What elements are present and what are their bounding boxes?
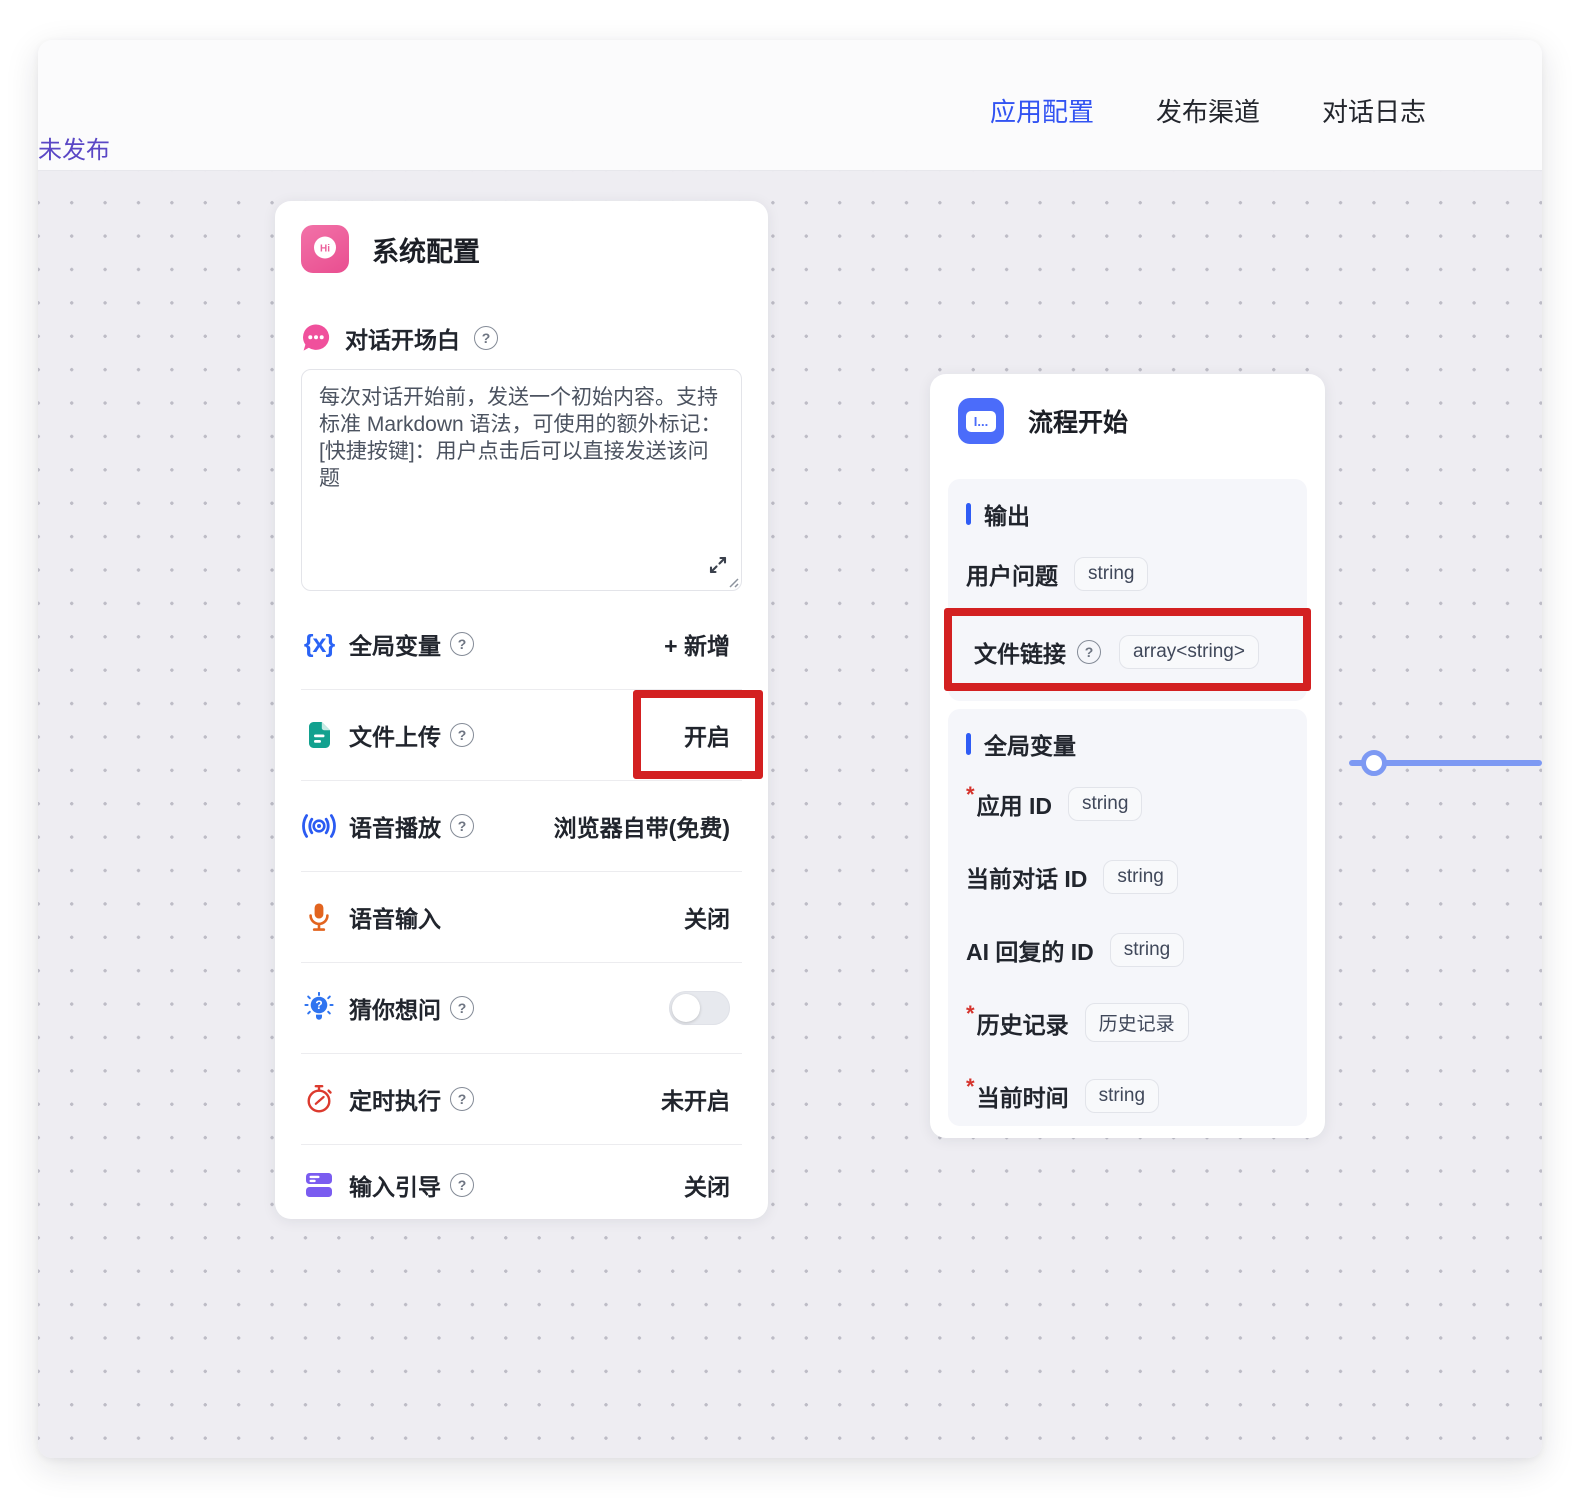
suggested-questions-toggle[interactable] xyxy=(669,991,730,1025)
voice-input-value[interactable]: 关闭 xyxy=(684,900,730,934)
required-asterisk: * xyxy=(966,1074,975,1100)
expand-icon[interactable] xyxy=(707,554,729,576)
global-variables-list: * 应用 ID string 当前对话 ID string AI 回复的 ID … xyxy=(966,767,1289,1132)
input-guide-value[interactable]: 关闭 xyxy=(684,1168,730,1202)
variable-row-ai-reply-id: AI 回复的 ID string xyxy=(966,913,1289,986)
opening-message-label: 对话开场白 xyxy=(345,321,460,355)
flow-canvas[interactable]: Hi 系统配置 对话开场白 ? 每次对话开始前，发送 xyxy=(38,170,1542,1458)
help-icon[interactable]: ? xyxy=(450,632,474,656)
help-icon[interactable]: ? xyxy=(450,723,474,747)
system-card-header: Hi 系统配置 xyxy=(301,225,742,273)
lightbulb-question-icon: ? xyxy=(301,992,337,1024)
help-icon[interactable]: ? xyxy=(450,814,474,838)
type-tag: 历史记录 xyxy=(1085,1003,1189,1042)
resize-handle[interactable] xyxy=(726,575,739,588)
help-icon[interactable]: ? xyxy=(450,1087,474,1111)
variable-row-app-id: * 应用 ID string xyxy=(966,767,1289,840)
help-icon[interactable]: ? xyxy=(450,1173,474,1197)
file-upload-status[interactable]: 开启 xyxy=(684,718,730,752)
type-tag: array<string> xyxy=(1119,635,1259,669)
type-tag: string xyxy=(1103,860,1177,894)
svg-text:?: ? xyxy=(315,998,322,1012)
flow-start-icon: I... xyxy=(958,398,1004,444)
tab-conversation-logs[interactable]: 对话日志 xyxy=(1322,92,1426,129)
system-config-icon: Hi xyxy=(301,225,349,273)
top-bar: 未发布 应用配置 发布渠道 对话日志 xyxy=(38,40,1542,170)
variable-row-history: * 历史记录 历史记录 xyxy=(966,986,1289,1059)
type-tag: string xyxy=(1085,1079,1159,1113)
opening-message-textarea[interactable]: 每次对话开始前，发送一个初始内容。支持标准 Markdown 语法，可使用的额外… xyxy=(301,369,742,591)
section-bar xyxy=(966,503,971,525)
global-variables-section: 全局变量 * 应用 ID string 当前对话 ID string AI 回复… xyxy=(948,709,1307,1126)
top-nav-tabs: 应用配置 发布渠道 对话日志 xyxy=(990,92,1426,129)
variable-row-conversation-id: 当前对话 ID string xyxy=(966,840,1289,913)
publish-status-badge: 未发布 xyxy=(38,130,110,165)
required-asterisk: * xyxy=(966,782,975,808)
voice-input-row: 语音输入 关闭 xyxy=(301,871,742,962)
global-variables-row: {x} 全局变量 ? + 新增 xyxy=(301,599,742,689)
scheduled-run-value[interactable]: 未开启 xyxy=(661,1082,730,1116)
app-window: 未发布 应用配置 发布渠道 对话日志 Hi 系统配置 xyxy=(38,40,1542,1458)
output-section: 输出 用户问题 string 文件链接 ? array<string> xyxy=(948,479,1307,701)
toggle-knob xyxy=(672,994,700,1022)
type-tag: string xyxy=(1110,933,1184,967)
add-variable-button[interactable]: + 新增 xyxy=(664,627,730,661)
help-icon[interactable]: ? xyxy=(450,996,474,1020)
system-config-card[interactable]: Hi 系统配置 对话开场白 ? 每次对话开始前，发送 xyxy=(275,201,768,1219)
output-heading: 输出 xyxy=(966,499,1289,529)
system-card-title: 系统配置 xyxy=(372,230,480,269)
file-upload-row: 文件上传 ? 开启 xyxy=(301,689,742,780)
section-bar xyxy=(966,733,971,755)
voice-playback-value[interactable]: 浏览器自带(免费) xyxy=(554,809,730,843)
voice-broadcast-icon xyxy=(301,812,337,840)
chat-bubble-icon xyxy=(301,323,331,353)
type-tag: string xyxy=(1074,557,1148,591)
voice-playback-row: 语音播放 ? 浏览器自带(免费) xyxy=(301,780,742,871)
input-guide-row: 输入引导 ? 关闭 xyxy=(301,1144,742,1225)
system-settings-list: {x} 全局变量 ? + 新增 文件上传 ? xyxy=(301,599,742,1225)
opening-message-row: 对话开场白 ? xyxy=(301,323,742,353)
connector-port[interactable] xyxy=(1361,750,1387,776)
global-variables-heading: 全局变量 xyxy=(966,729,1289,759)
microphone-icon xyxy=(301,902,337,932)
flow-card-title: 流程开始 xyxy=(1028,403,1128,439)
required-asterisk: * xyxy=(966,1001,975,1027)
output-row-file-link: 文件链接 ? array<string> xyxy=(966,617,1289,687)
opening-message-placeholder: 每次对话开始前，发送一个初始内容。支持标准 Markdown 语法，可使用的额外… xyxy=(319,384,724,492)
file-document-icon xyxy=(301,720,337,750)
scheduled-run-row: 定时执行 ? 未开启 xyxy=(301,1053,742,1144)
help-icon[interactable]: ? xyxy=(474,326,498,350)
tab-publish-channels[interactable]: 发布渠道 xyxy=(1156,92,1260,129)
flow-card-header: I... 流程开始 xyxy=(948,398,1307,444)
tab-app-config[interactable]: 应用配置 xyxy=(990,92,1094,129)
variable-row-current-time: * 当前时间 string xyxy=(966,1059,1289,1132)
input-guide-icon xyxy=(301,1172,337,1198)
type-tag: string xyxy=(1068,787,1142,821)
svg-text:Hi: Hi xyxy=(320,244,330,255)
help-icon[interactable]: ? xyxy=(1077,640,1101,664)
output-row-user-question: 用户问题 string xyxy=(966,543,1289,605)
global-variable-icon: {x} xyxy=(301,630,337,659)
flow-start-card[interactable]: I... 流程开始 输出 用户问题 string 文件链接 ? array<st… xyxy=(930,374,1325,1138)
timer-icon xyxy=(301,1084,337,1114)
suggested-questions-row: ? 猜你想问 ? xyxy=(301,962,742,1053)
